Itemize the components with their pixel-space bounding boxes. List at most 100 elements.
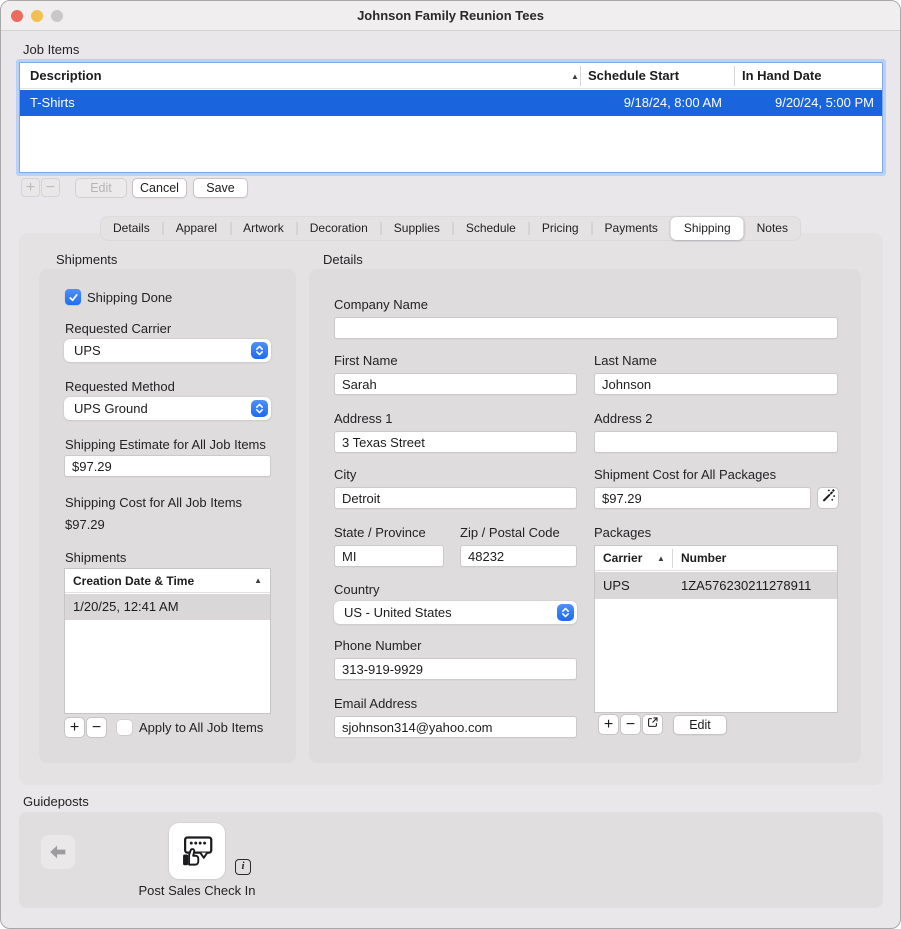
job-item-row-selected[interactable]: T-Shirts 9/18/24, 8:00 AM 9/20/24, 5:00 …	[20, 90, 882, 116]
tab-apparel[interactable]: Apparel	[163, 217, 230, 240]
email-input[interactable]	[334, 716, 577, 738]
auto-calculate-button[interactable]	[817, 487, 839, 509]
sort-asc-icon: ▲	[657, 546, 665, 571]
column-header-number[interactable]: Number	[681, 546, 726, 571]
post-sales-check-in-button[interactable]	[169, 823, 225, 879]
shipment-cost-input[interactable]	[594, 487, 811, 509]
tab-artwork[interactable]: Artwork	[230, 217, 297, 240]
shipments-list-label: Shipments	[65, 550, 126, 565]
details-panel: Company Name First Name Last Name Addres…	[309, 269, 861, 763]
country-select[interactable]: US - United States	[334, 601, 577, 624]
country-label: Country	[334, 582, 380, 597]
job-items-table-header: Description ▲ Schedule Start In Hand Dat…	[20, 63, 882, 89]
package-add-button[interactable]: +	[598, 714, 619, 735]
minimize-button[interactable]	[31, 10, 43, 22]
email-label: Email Address	[334, 696, 417, 711]
back-arrow-icon	[47, 841, 69, 863]
column-header-carrier[interactable]: Carrier	[603, 546, 642, 571]
address-2-input[interactable]	[594, 431, 838, 453]
package-edit-button[interactable]: Edit	[673, 715, 727, 735]
close-button[interactable]	[11, 10, 23, 22]
column-header-schedule-start[interactable]: Schedule Start	[588, 63, 728, 89]
address-1-input[interactable]	[334, 431, 577, 453]
requested-carrier-select[interactable]: UPS	[64, 339, 271, 362]
tab-supplies[interactable]: Supplies	[381, 217, 453, 240]
requested-method-label: Requested Method	[65, 379, 175, 394]
job-item-edit-button[interactable]: Edit	[75, 178, 127, 198]
shipment-row[interactable]: 1/20/25, 12:41 AM	[65, 594, 270, 620]
job-item-remove-button[interactable]: −	[41, 178, 60, 197]
first-name-label: First Name	[334, 353, 398, 368]
zip-label: Zip / Postal Code	[460, 525, 560, 540]
job-items-section-label: Job Items	[23, 42, 79, 57]
phone-label: Phone Number	[334, 638, 421, 653]
company-name-input[interactable]	[334, 317, 838, 339]
shipping-estimate-input[interactable]	[64, 455, 271, 477]
post-sales-check-in-icon	[178, 832, 216, 870]
column-divider[interactable]	[672, 549, 673, 568]
save-button[interactable]: Save	[193, 178, 248, 198]
package-track-button[interactable]	[642, 714, 663, 735]
creation-date-column-label: Creation Date & Time	[73, 574, 194, 588]
shipping-done-checkbox[interactable]	[65, 289, 81, 305]
job-item-schedule-start: 9/18/24, 8:00 AM	[580, 90, 722, 116]
tab-shipping[interactable]: Shipping	[671, 217, 744, 240]
tab-payments[interactable]: Payments	[592, 217, 671, 240]
first-name-input[interactable]	[334, 373, 577, 395]
sort-asc-icon: ▲	[571, 64, 579, 90]
job-items-table: Description ▲ Schedule Start In Hand Dat…	[19, 62, 883, 173]
title-bar: Johnson Family Reunion Tees	[1, 1, 900, 31]
column-header-in-hand-date[interactable]: In Hand Date	[742, 63, 877, 89]
open-external-icon	[646, 716, 659, 729]
column-header-description-label: Description	[30, 68, 102, 83]
shipments-list-table: Creation Date & Time ▲ 1/20/25, 12:41 AM	[64, 568, 271, 714]
package-row[interactable]: UPS 1ZA576230211278911	[595, 572, 837, 599]
apply-all-checkbox[interactable]	[117, 720, 132, 735]
tab-decoration[interactable]: Decoration	[297, 217, 381, 240]
shipment-creation-date: 1/20/25, 12:41 AM	[73, 599, 179, 614]
zip-input[interactable]	[460, 545, 577, 567]
company-name-label: Company Name	[334, 297, 428, 312]
tab-notes[interactable]: Notes	[744, 217, 801, 240]
package-carrier: UPS	[603, 572, 630, 599]
column-header-description[interactable]: Description	[30, 63, 570, 89]
column-divider[interactable]	[580, 66, 581, 86]
state-input[interactable]	[334, 545, 444, 567]
guideposts-bar: i Post Sales Check In	[19, 812, 883, 908]
column-header-schedule-start-label: Schedule Start	[588, 68, 679, 83]
city-input[interactable]	[334, 487, 577, 509]
package-remove-button[interactable]: −	[620, 714, 641, 735]
info-icon[interactable]: i	[235, 859, 251, 875]
job-item-description: T-Shirts	[30, 90, 570, 116]
country-value: US - United States	[344, 605, 452, 620]
shipments-list-header[interactable]: Creation Date & Time ▲	[65, 569, 270, 593]
app-window: Johnson Family Reunion Tees Job Items De…	[0, 0, 901, 929]
shipping-cost-value: $97.29	[65, 517, 105, 532]
shipment-remove-button[interactable]: −	[86, 717, 107, 738]
tab-pricing[interactable]: Pricing	[529, 217, 592, 240]
checkmark-icon	[68, 292, 79, 303]
package-number: 1ZA576230211278911	[681, 572, 811, 599]
requested-method-select[interactable]: UPS Ground	[64, 397, 271, 420]
job-item-in-hand-date: 9/20/24, 5:00 PM	[734, 90, 874, 116]
tab-details[interactable]: Details	[100, 217, 163, 240]
column-header-in-hand-date-label: In Hand Date	[742, 68, 821, 83]
shipping-done-label: Shipping Done	[87, 290, 172, 305]
shipment-add-button[interactable]: +	[64, 717, 85, 738]
post-sales-check-in-label: Post Sales Check In	[122, 883, 272, 898]
column-divider[interactable]	[734, 66, 735, 86]
guidepost-back-button[interactable]	[41, 835, 75, 869]
job-item-add-button[interactable]: +	[21, 178, 40, 197]
packages-label: Packages	[594, 525, 651, 540]
cancel-button[interactable]: Cancel	[132, 178, 187, 198]
tab-schedule[interactable]: Schedule	[453, 217, 529, 240]
fullscreen-button	[51, 10, 63, 22]
phone-input[interactable]	[334, 658, 577, 680]
sort-asc-icon: ▲	[254, 569, 262, 593]
guideposts-section-label: Guideposts	[23, 794, 89, 809]
shipping-estimate-label: Shipping Estimate for All Job Items	[65, 437, 266, 452]
last-name-label: Last Name	[594, 353, 657, 368]
window-title: Johnson Family Reunion Tees	[1, 1, 900, 31]
last-name-input[interactable]	[594, 373, 838, 395]
requested-carrier-label: Requested Carrier	[65, 321, 171, 336]
